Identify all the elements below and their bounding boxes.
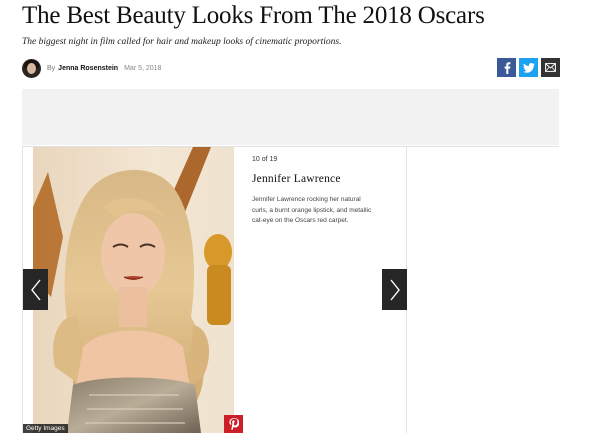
slide-photo-image <box>33 147 234 433</box>
ad-banner <box>22 89 559 145</box>
slide-photo[interactable] <box>33 147 234 433</box>
pinterest-save-button[interactable] <box>224 415 243 433</box>
article-subtitle: The biggest night in film called for hai… <box>22 37 342 47</box>
pinterest-icon <box>228 418 239 430</box>
gallery-prev-button[interactable] <box>23 269 48 310</box>
slide-counter: 10 of 19 <box>252 156 278 163</box>
mail-icon <box>545 63 556 72</box>
chevron-right-icon <box>389 279 400 300</box>
photo-credit: Getty Images <box>23 424 68 433</box>
slide-caption: Jennifer Lawrence rocking her natural cu… <box>252 196 372 224</box>
publish-date: Mar 5, 2018 <box>124 64 162 72</box>
chevron-left-icon <box>30 279 41 300</box>
facebook-share-button[interactable] <box>497 58 516 77</box>
gallery-next-button[interactable] <box>382 269 407 310</box>
twitter-icon <box>522 62 535 73</box>
author-name[interactable]: Jenna Rosenstein <box>58 65 118 72</box>
byline-prefix: By <box>47 64 56 72</box>
slide-title: Jennifer Lawrence <box>252 173 341 185</box>
email-share-button[interactable] <box>541 58 560 77</box>
byline: By Jenna Rosenstein Mar 5, 2018 <box>22 58 161 78</box>
twitter-share-button[interactable] <box>519 58 538 77</box>
article-title: The Best Beauty Looks From The 2018 Osca… <box>22 2 485 29</box>
author-avatar[interactable] <box>22 58 41 78</box>
facebook-icon <box>504 61 510 74</box>
